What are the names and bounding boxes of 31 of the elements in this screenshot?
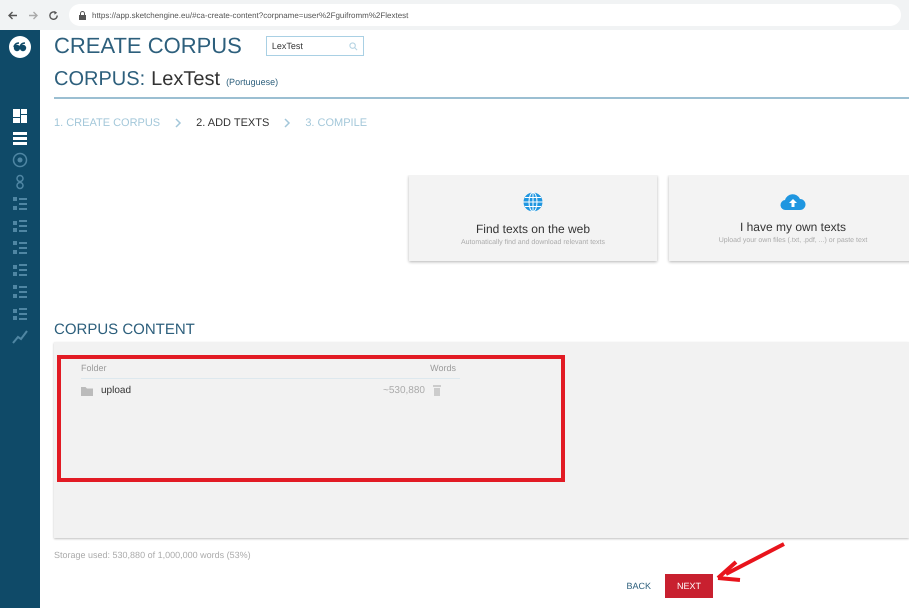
reload-icon[interactable] [48, 10, 59, 20]
chevron-icon [174, 118, 182, 128]
search-icon [348, 42, 358, 50]
word-count: ~530,880 [383, 385, 425, 396]
address-bar[interactable]: https://app.sketchengine.eu/#ca-create-content?corpname=user%2Fguifromm%2Flextest [69, 4, 901, 26]
corpus-name: LexTest [151, 68, 220, 91]
next-button[interactable]: NEXT [665, 574, 713, 598]
corpus-search-field[interactable]: LexTest [266, 36, 364, 56]
column-header: Folder [81, 363, 107, 373]
column-header: Words [430, 363, 456, 373]
wizard-step[interactable]: 2. ADD TEXTS [196, 117, 270, 129]
option-title: I have my own texts [740, 220, 846, 234]
globe-icon [522, 190, 544, 212]
back-button[interactable]: BACK [626, 574, 651, 598]
storage-text: Storage used: 530,880 of 1,000,000 words (53%) [54, 550, 252, 560]
folder-icon [81, 386, 93, 396]
page-title: CREATE CORPUS [54, 33, 242, 59]
lock-icon [79, 10, 86, 20]
corpus-label: CORPUS: [54, 68, 146, 91]
url-text: https://app.sketchengine.eu/#ca-create-content?corpname=user%2Fguifromm%2Flextest [92, 10, 408, 20]
forward-icon[interactable] [28, 10, 38, 20]
trash-icon[interactable] [433, 385, 441, 396]
back-icon[interactable] [8, 10, 18, 20]
folder-name[interactable]: upload [101, 385, 383, 396]
arrow-annotation [716, 542, 786, 582]
option-title: Find texts on the web [476, 222, 590, 236]
logo-icon[interactable] [9, 36, 31, 58]
section-title: CORPUS CONTENT [54, 321, 196, 338]
corpus-language: (Portuguese) [226, 77, 278, 87]
chevron-icon [283, 118, 292, 128]
cloud-upload-icon [780, 192, 806, 210]
